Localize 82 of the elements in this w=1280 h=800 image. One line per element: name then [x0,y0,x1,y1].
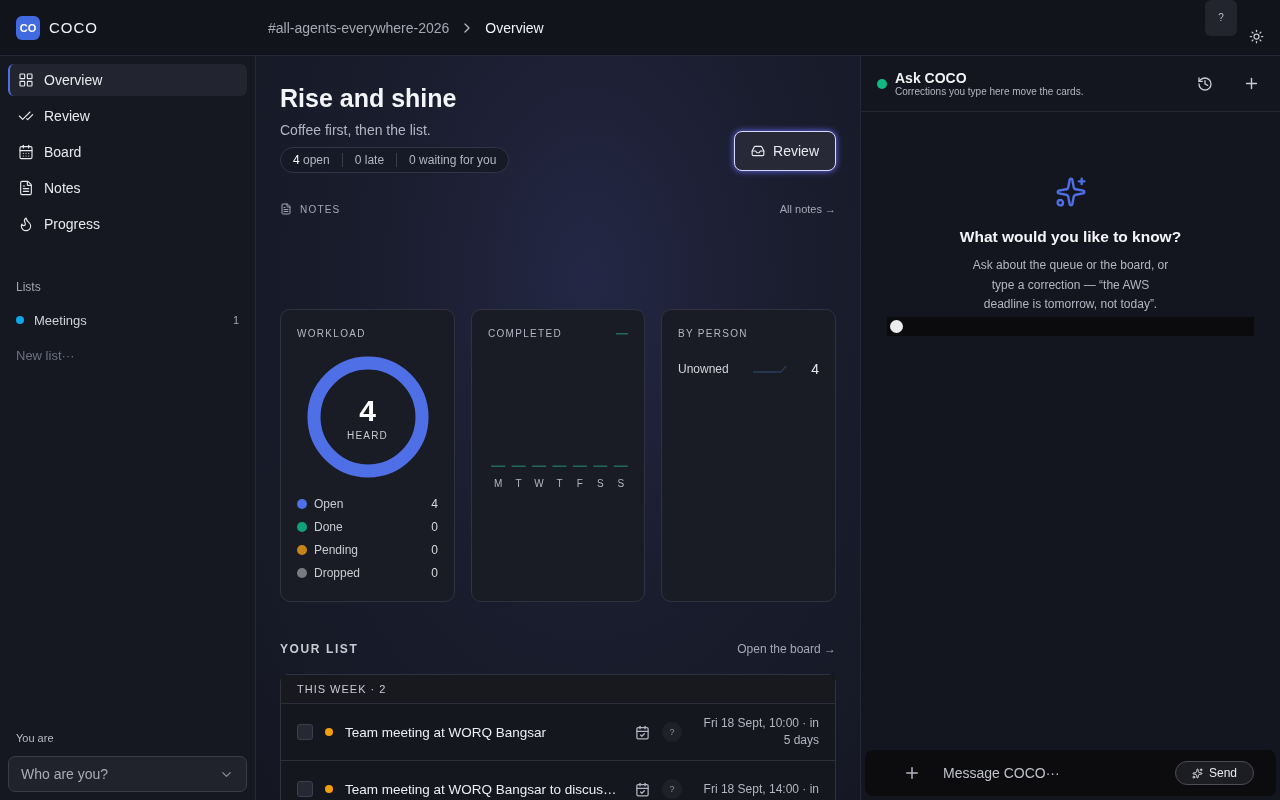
plus-icon[interactable] [1243,75,1260,92]
task-checkbox[interactable] [297,724,313,740]
person-name: Unowned [678,362,729,376]
axis-label: M [494,478,503,489]
panel-subtitle: Corrections you type here move the cards. [895,86,1084,97]
send-button[interactable]: Send [1174,761,1254,785]
task-title[interactable]: Team meeting at WORQ Bangsar to discus… [345,781,623,797]
status-dot [877,78,887,89]
card-title: WORKLOAD [297,328,366,339]
calendar-check-icon[interactable] [635,781,650,797]
stat-text: 4 open [293,153,331,167]
legend-value: 0 [431,543,438,557]
axis-label: T [515,478,522,489]
person-count: 4 [811,361,819,377]
empty-description: Ask about the queue or the board, or type a correction — “the AWS deadline is tomorrow, not today”. [971,257,1170,313]
sparkline [752,365,787,373]
due-date: Fri 18 Sept, 10:00 · in 5 days [702,715,819,749]
task-title[interactable]: Team meeting at WORQ Bangsar [345,724,623,740]
sparkles-icon [1054,176,1087,208]
grid-icon [18,72,34,88]
legend-label: Dropped [314,566,361,580]
total-count: 4 [359,393,376,428]
legend-value: 0 [431,566,438,580]
task-checkbox[interactable] [297,781,313,797]
document-icon [18,180,34,196]
review-button[interactable]: Review [734,131,836,171]
app-logo: CO [16,15,40,40]
section-label: NOTES [300,203,341,215]
app-name: COCO [49,19,98,36]
open-board-link[interactable]: Open the board → [737,642,836,656]
nav-item[interactable]: Board [8,136,247,168]
nav-item[interactable]: Notes [8,172,247,204]
plus-icon[interactable] [903,764,921,782]
slider[interactable] [887,316,1254,336]
card-title: COMPLETED [488,328,562,339]
axis-label: W [534,478,544,489]
history-icon[interactable] [1197,75,1213,92]
user-select[interactable]: Who are you? [8,756,247,792]
group-heading: THIS WEEK · 2 [281,675,835,704]
nav-item[interactable]: Overview [8,64,247,96]
document-icon [280,203,292,215]
section-label: Lists [15,280,42,294]
total-label: HEARD [347,429,388,441]
empty-title: What would you like to know? [959,228,1182,246]
page-subtitle: Coffee first, then the list. [280,122,432,138]
due-date: Fri 18 Sept, 14:00 · in [702,780,819,798]
inbox-icon [751,144,766,158]
page-title: Rise and shine [280,84,458,113]
sun-icon[interactable] [1249,29,1264,44]
breadcrumb-item[interactable]: #all-agents-everywhere-2026 [268,19,450,36]
legend-value: 4 [431,497,438,511]
axis-label: T [556,478,563,489]
legend-value: 0 [431,520,438,534]
nav-item[interactable]: Review [8,100,247,132]
slider-thumb[interactable] [890,319,903,333]
section-title: YOUR LIST [280,642,359,656]
calendar-check-icon[interactable] [635,724,650,740]
message-field[interactable]: Message COCO··· [941,764,1155,782]
axis-label: S [597,478,604,489]
breadcrumb-item[interactable]: Overview [485,19,544,36]
owner-avatar[interactable]: ? [662,779,682,799]
axis-label: F [576,478,583,489]
legend-label: Pending [314,543,359,557]
axis-label: S [617,478,625,489]
panel-title: Ask COCO [895,70,968,86]
all-notes-link[interactable]: All notes → [779,203,836,215]
flame-icon [18,216,34,232]
stat-text: 0 waiting for you [396,153,497,167]
nav-item[interactable]: Progress [8,208,247,240]
legend-label: Open [314,497,344,511]
list-item[interactable]: Meetings [34,312,87,328]
new-list-link[interactable]: New list··· [8,348,247,363]
legend-label: Done [314,520,343,534]
sparkles-icon [1191,767,1203,779]
legend-line [616,332,628,335]
owner-avatar[interactable]: ? [662,722,682,742]
field-label: You are [15,732,55,744]
list-count: 1 [232,314,239,326]
stat-text: 0 late [341,153,397,167]
help-button[interactable]: ? [1205,0,1237,36]
card-title: BY PERSON [678,328,748,339]
calendar-icon [18,144,34,160]
